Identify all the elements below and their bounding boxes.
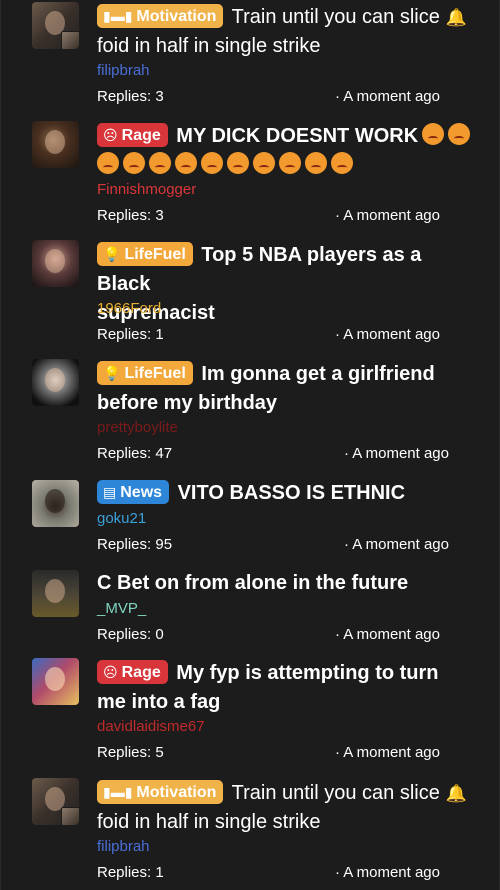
user-avatar[interactable] [32, 359, 79, 406]
category-badge-rage[interactable]: ☹ Rage [97, 660, 168, 684]
timestamp: · A moment ago [334, 88, 440, 105]
thread-title[interactable]: ☹ Rage MY DICK DOESNT WORK [97, 122, 477, 180]
lightbulb-icon: 💡 [103, 246, 121, 262]
thread-meta: Replies: 0 · A moment ago [97, 625, 447, 645]
thread-meta: Replies: 1 · A moment ago [97, 863, 447, 883]
lightbulb-icon: 💡 [103, 365, 121, 381]
reply-count: Replies: 3 [97, 207, 164, 224]
dumbbell-icon: ▮▬▮ [103, 784, 133, 800]
category-badge-motivation[interactable]: ▮▬▮ Motivation [97, 780, 224, 804]
user-avatar[interactable] [32, 778, 79, 825]
user-avatar[interactable] [32, 2, 79, 49]
thread-author[interactable]: goku21 [97, 509, 146, 529]
bell-icon[interactable]: 🔔 [446, 779, 467, 808]
timestamp: · A moment ago [334, 744, 440, 761]
reply-count: Replies: 1 [97, 864, 164, 881]
newspaper-icon: ▤ [103, 484, 117, 500]
thread-title[interactable]: C Bet on from alone in the future [97, 569, 477, 598]
thread-meta: Replies: 5 · A moment ago [97, 743, 447, 763]
thread-title[interactable]: 💡 LifeFuel Im gonna get a girlfriend befo… [97, 360, 477, 418]
reply-count: Replies: 95 [97, 536, 173, 553]
thread-author[interactable]: davidlaidisme67 [97, 717, 205, 737]
timestamp: · A moment ago [334, 207, 440, 224]
thread-author[interactable]: _MVP_ [97, 599, 146, 619]
angry-emoji-icon [227, 152, 249, 174]
thread-title[interactable]: ▮▬▮ Motivation Train until you can slice 🔔… [97, 3, 477, 61]
thread-author[interactable]: Finnishmogger [97, 180, 196, 200]
angry-emoji-icon [149, 152, 171, 174]
thread-feed: ▮▬▮ Motivation Train until you can slice 🔔… [0, 0, 500, 890]
timestamp: · A moment ago [334, 626, 440, 643]
category-badge-lifefuel[interactable]: 💡 LifeFuel [97, 242, 193, 266]
thread-meta: Replies: 95 · A moment ago [97, 535, 449, 555]
thread-title[interactable]: ▮▬▮ Motivation Train until you can slice 🔔… [97, 779, 477, 837]
thread-title[interactable]: ▤ News VITO BASSO IS ETHNIC [97, 479, 477, 508]
thread-author[interactable]: 1966Ford [97, 299, 161, 319]
thread-meta: Replies: 3 · A moment ago [97, 87, 447, 107]
user-avatar[interactable] [32, 121, 79, 168]
angry-emoji-icon [305, 152, 327, 174]
angry-face-icon: ☹ [103, 664, 118, 680]
angry-emoji-icon [448, 123, 471, 145]
timestamp: · A moment ago [334, 326, 440, 343]
reply-count: Replies: 0 [97, 626, 164, 643]
user-avatar[interactable] [32, 480, 79, 527]
user-avatar[interactable] [32, 658, 79, 705]
angry-emoji-icon [97, 152, 119, 174]
reply-count: Replies: 3 [97, 88, 164, 105]
category-badge-lifefuel[interactable]: 💡 LifeFuel [97, 361, 193, 385]
timestamp: · A moment ago [343, 445, 449, 462]
angry-emoji-icon [123, 152, 145, 174]
thread-author[interactable]: filipbrah [97, 837, 150, 857]
secondary-avatar [61, 807, 79, 825]
reply-count: Replies: 47 [97, 445, 173, 462]
timestamp: · A moment ago [343, 536, 449, 553]
category-badge-news[interactable]: ▤ News [97, 480, 170, 504]
angry-emoji-icon [201, 152, 223, 174]
user-avatar[interactable] [32, 570, 79, 617]
angry-face-icon: ☹ [103, 127, 118, 143]
angry-emoji-icon [253, 152, 275, 174]
user-avatar[interactable] [32, 240, 79, 287]
reply-count: Replies: 1 [97, 326, 164, 343]
thread-author[interactable]: filipbrah [97, 61, 150, 81]
thread-meta: Replies: 1 · A moment ago [97, 325, 447, 345]
category-badge-rage[interactable]: ☹ Rage [97, 123, 168, 147]
dumbbell-icon: ▮▬▮ [103, 8, 133, 24]
thread-meta: Replies: 47 · A moment ago [97, 444, 449, 464]
reply-count: Replies: 5 [97, 744, 164, 761]
angry-emoji-icon [175, 152, 197, 174]
timestamp: · A moment ago [334, 864, 440, 881]
bell-icon[interactable]: 🔔 [446, 3, 467, 32]
thread-author[interactable]: prettyboylite [97, 418, 178, 438]
category-badge-motivation[interactable]: ▮▬▮ Motivation [97, 4, 224, 28]
angry-emoji-icon [422, 123, 445, 145]
secondary-avatar [61, 31, 79, 49]
angry-emoji-icon [279, 152, 301, 174]
angry-emoji-icon [331, 152, 353, 174]
thread-title[interactable]: ☹ Rage My fyp is attempting to turn me in… [97, 659, 477, 717]
thread-meta: Replies: 3 · A moment ago [97, 206, 447, 226]
